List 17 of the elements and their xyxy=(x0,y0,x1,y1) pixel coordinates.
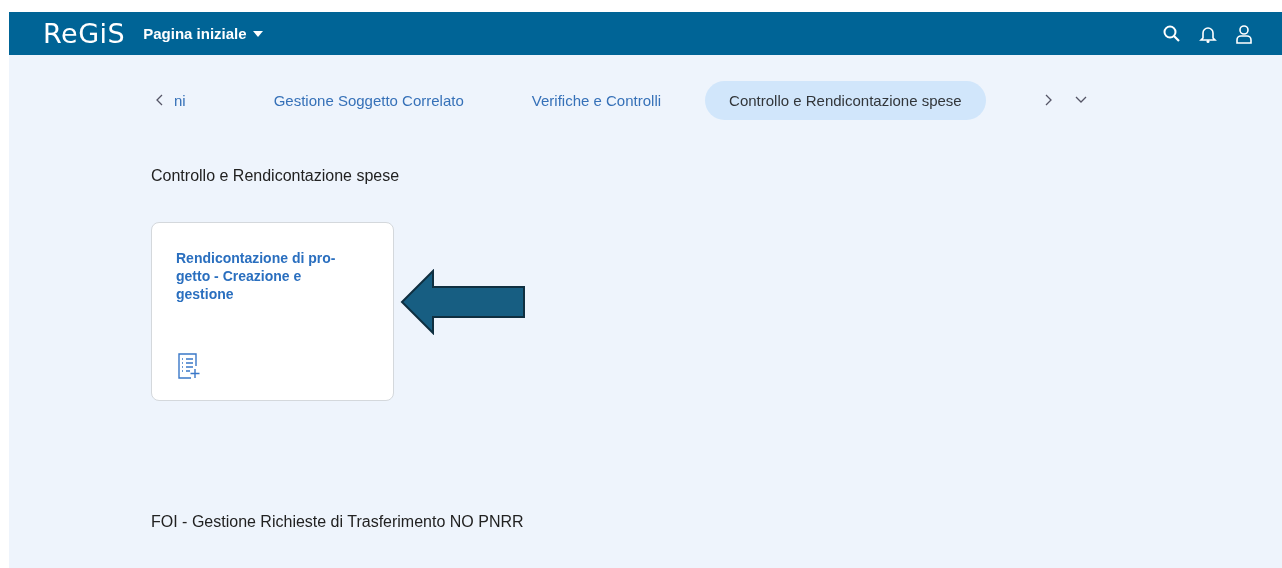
search-icon[interactable] xyxy=(1162,23,1182,44)
chevron-left-icon[interactable] xyxy=(154,93,164,107)
section-title: FOI - Gestione Richieste di Trasferimento NO PNRR xyxy=(151,513,525,531)
tab[interactable]: Controllo e Rendicontazione spese xyxy=(705,80,986,120)
logo[interactable]: ReGiS xyxy=(43,18,126,49)
tile-title: Rendicontazione di pro- getto - Creazione e gestione xyxy=(176,249,337,303)
tab[interactable]: Gestione Soggetto Correlato xyxy=(249,80,488,120)
tab[interactable]: ni xyxy=(170,80,190,120)
section-title: Controllo e Rendicontazione spese xyxy=(151,167,401,185)
list-add-icon xyxy=(177,352,201,380)
app-tile[interactable]: Rendicontazione di pro- getto - Creazione e gestione xyxy=(151,222,394,401)
home-menu-button[interactable]: Pagina iniziale xyxy=(141,23,265,44)
chevron-down-icon[interactable] xyxy=(1073,95,1088,105)
user-icon[interactable] xyxy=(1234,23,1254,44)
caret-icon xyxy=(252,30,263,37)
chevron-right-icon[interactable] xyxy=(1043,93,1054,107)
tab[interactable]: Verifiche e Controlli xyxy=(507,80,686,120)
